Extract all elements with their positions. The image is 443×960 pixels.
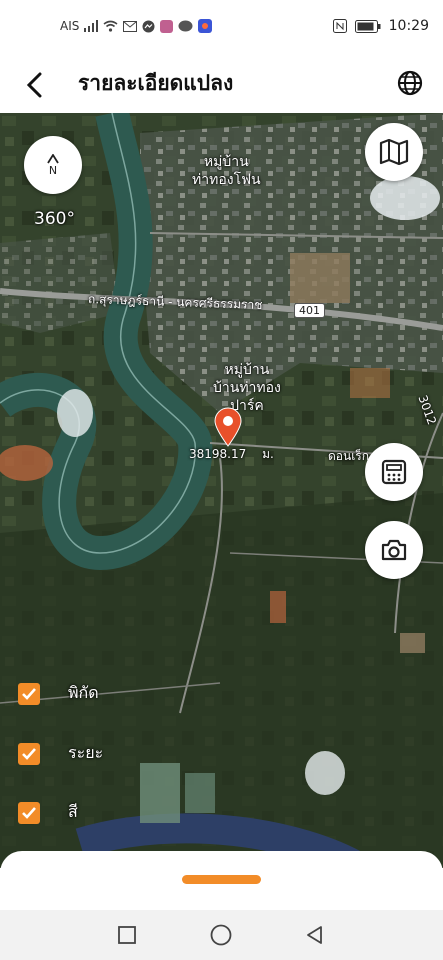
status-bar: AIS 10:29 [0,0,443,56]
rotation-label: 360° [34,209,75,229]
triangle-back-icon [307,926,322,944]
layer-toggle-coordinates[interactable]: พิกัด [18,681,99,706]
header-bar: รายละเอียดแปลง [0,56,443,113]
marker-left: 38 [189,447,205,461]
wifi-icon [103,20,118,32]
bottom-sheet[interactable] [0,851,443,911]
language-button[interactable] [393,66,427,100]
layer-label: พิกัด [68,683,99,702]
clock: 10:29 [388,18,429,34]
globe-icon [397,70,423,96]
satellite-map[interactable]: หมู่บ้าน ท่าทองโฟน หมู่บ้าน บ้านท่าทอง ปาร์… [0,113,443,868]
signal-icon [84,20,99,32]
map-type-button[interactable] [365,123,423,181]
carrier-label: AIS [60,19,80,33]
camera-icon [381,539,407,561]
compass-button[interactable]: N [24,136,82,194]
road-badge: 401 [294,303,325,318]
check-icon [22,687,36,700]
status-right: 10:29 [332,18,429,34]
marker-right: 198.17 [204,447,247,461]
road-label-right-2: ดอนเร็ก [328,449,370,463]
place-label-1: หมู่บ้าน ท่าทองโฟน [192,154,261,188]
compass-arrow-icon [47,153,59,163]
messenger-icon [142,20,155,32]
map-icon [379,139,409,165]
home-button[interactable] [209,923,233,947]
app-icon [160,19,174,33]
nfc-icon [332,19,347,33]
mail-icon [123,20,138,32]
check-icon [22,747,36,760]
page-title: รายละเอียดแปลง [78,71,234,95]
compass-label: N [48,163,58,177]
calculator-icon [381,459,407,485]
chevron-left-icon [26,72,42,98]
marker-unit: ม. [262,447,274,461]
camera-button[interactable] [365,521,423,579]
system-nav-bar [0,910,443,960]
layer-label: ระยะ [68,743,104,762]
layer-label: สี [68,802,78,821]
line-icon [178,20,193,32]
checkbox[interactable] [18,801,40,824]
recents-button[interactable] [115,923,139,947]
back-nav-button[interactable] [303,923,327,947]
status-left: AIS [60,19,213,33]
layer-toggle-distance[interactable]: ระยะ [18,741,103,766]
square-icon [118,926,136,944]
back-button[interactable] [18,68,52,102]
app-icon-2 [198,19,213,33]
calculator-button[interactable] [365,443,423,501]
checkbox[interactable] [18,742,40,765]
checkbox[interactable] [18,682,40,705]
battery-icon [354,19,381,33]
marker-distance-label: 38198.17 ม. [189,445,274,464]
layer-toggle-color[interactable]: สี [18,800,78,825]
check-icon [22,806,36,819]
sheet-drag-handle[interactable] [182,875,261,884]
circle-icon [210,924,232,946]
